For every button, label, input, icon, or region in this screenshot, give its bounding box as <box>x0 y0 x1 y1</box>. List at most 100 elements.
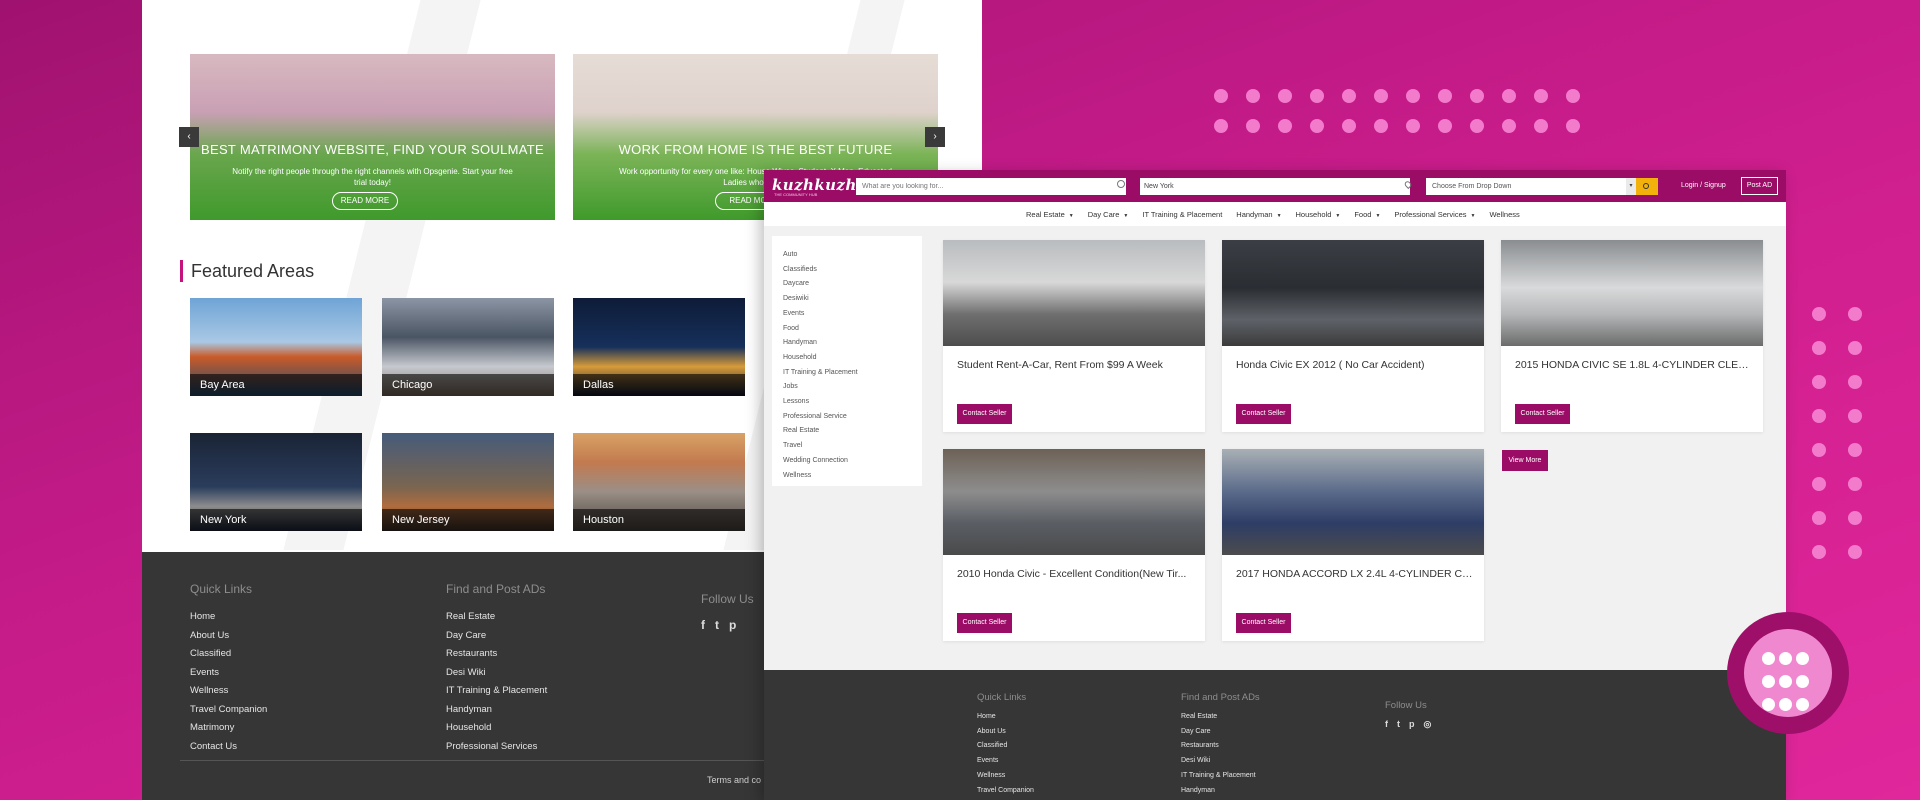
listing-image[interactable] <box>943 240 1205 346</box>
sidebar-item[interactable]: Events <box>783 307 922 322</box>
nav-item-food[interactable]: Food ▼ <box>1354 210 1380 219</box>
read-more-button[interactable]: READ MORE <box>332 192 398 210</box>
sidebar-item[interactable]: Travel <box>783 439 922 454</box>
slider-next-arrow-icon[interactable]: › <box>925 127 945 147</box>
nav-item-it-training[interactable]: IT Training & Placement <box>1142 210 1222 219</box>
footer-link[interactable]: Matrimony <box>190 719 267 738</box>
facebook-icon[interactable]: f <box>1385 719 1388 730</box>
contact-seller-button[interactable]: Contact Seller <box>1236 613 1291 633</box>
sidebar-item[interactable]: Jobs <box>783 380 922 395</box>
listing-card[interactable]: Student Rent-A-Car, Rent From $99 A Week… <box>943 240 1205 432</box>
contact-seller-button[interactable]: Contact Seller <box>957 404 1012 424</box>
listing-image[interactable] <box>943 449 1205 555</box>
area-card-bay-area[interactable]: Bay Area <box>190 298 362 396</box>
footer-link[interactable]: Classified <box>977 739 1034 754</box>
sidebar-item[interactable]: Professional Service <box>783 410 922 425</box>
footer-link[interactable]: Restaurants <box>446 645 547 664</box>
footer-link[interactable]: Handyman <box>446 701 547 720</box>
nav-item-real-estate[interactable]: Real Estate ▼ <box>1026 210 1074 219</box>
nav-item-professional-services[interactable]: Professional Services ▼ <box>1394 210 1475 219</box>
footer-link[interactable]: Real Estate <box>1181 710 1260 725</box>
footer-link[interactable]: Events <box>977 754 1034 769</box>
view-more-button[interactable]: View More <box>1502 450 1548 471</box>
footer-link[interactable]: Classified <box>190 645 267 664</box>
footer-link[interactable]: Contact Us <box>190 738 267 757</box>
login-signup-link[interactable]: Login / Signup <box>1681 182 1726 189</box>
footer-link[interactable]: Professional Services <box>446 738 547 757</box>
pinterest-icon[interactable]: p <box>729 618 736 632</box>
sidebar-item[interactable]: Daycare <box>783 277 922 292</box>
area-card-houston[interactable]: Houston <box>573 433 745 531</box>
footer-link[interactable]: About Us <box>190 627 267 646</box>
listing-image[interactable] <box>1222 240 1484 346</box>
listing-image[interactable] <box>1222 449 1484 555</box>
area-card-new-york[interactable]: New York <box>190 433 362 531</box>
listing-title[interactable]: 2010 Honda Civic - Excellent Condition(N… <box>957 568 1195 580</box>
listing-title[interactable]: 2015 HONDA CIVIC SE 1.8L 4-CYLINDER CLEA… <box>1515 359 1753 371</box>
footer-link[interactable]: Household <box>446 719 547 738</box>
contact-seller-button[interactable]: Contact Seller <box>1515 404 1570 424</box>
sidebar-item[interactable]: Lessons <box>783 395 922 410</box>
sidebar-item[interactable]: Real Estate <box>783 424 922 439</box>
search-input[interactable] <box>856 178 1126 195</box>
nav-item-household[interactable]: Household ▼ <box>1296 210 1341 219</box>
footer-heading: Quick Links <box>190 582 253 596</box>
listing-title[interactable]: 2017 HONDA ACCORD LX 2.4L 4-CYLINDER CLE… <box>1236 568 1474 580</box>
listing-title[interactable]: Student Rent-A-Car, Rent From $99 A Week <box>957 359 1195 371</box>
sidebar-item[interactable]: Handyman <box>783 336 922 351</box>
footer-link[interactable]: IT Training & Placement <box>1181 769 1260 784</box>
pinterest-icon[interactable]: p <box>1409 719 1415 730</box>
sidebar-item[interactable]: Classifieds <box>783 263 922 278</box>
slider-prev-arrow-icon[interactable]: ‹ <box>179 127 199 147</box>
footer-link[interactable]: Restaurants <box>1181 739 1260 754</box>
footer-link[interactable]: Real Estate <box>446 608 547 627</box>
nav-item-day-care[interactable]: Day Care ▼ <box>1088 210 1129 219</box>
contact-seller-button[interactable]: Contact Seller <box>957 613 1012 633</box>
footer-link[interactable]: Handyman <box>1181 784 1260 799</box>
twitter-icon[interactable]: t <box>1397 719 1400 730</box>
footer-link[interactable]: IT Training & Placement <box>446 682 547 701</box>
area-card-dallas[interactable]: Dallas <box>573 298 745 396</box>
listing-card[interactable]: 2017 HONDA ACCORD LX 2.4L 4-CYLINDER CLE… <box>1222 449 1484 641</box>
chevron-down-icon[interactable]: ▾ <box>1626 178 1636 195</box>
sidebar-item[interactable]: Desiwiki <box>783 292 922 307</box>
contact-seller-button[interactable]: Contact Seller <box>1236 404 1291 424</box>
slide-matrimony[interactable]: BEST MATRIMONY WEBSITE, FIND YOUR SOULMA… <box>190 54 555 220</box>
location-input[interactable]: New York <box>1140 178 1410 195</box>
area-card-new-jersey[interactable]: New Jersey <box>382 433 554 531</box>
listing-card[interactable]: 2010 Honda Civic - Excellent Condition(N… <box>943 449 1205 641</box>
listing-image[interactable] <box>1501 240 1763 346</box>
sidebar-item[interactable]: Auto <box>783 248 922 263</box>
footer-link[interactable]: Day Care <box>1181 725 1260 740</box>
search-button[interactable] <box>1636 178 1658 195</box>
area-card-chicago[interactable]: Chicago <box>382 298 554 396</box>
terms-link[interactable]: Terms and co <box>707 775 761 785</box>
nav-label: Household <box>1295 209 1332 219</box>
footer-link[interactable]: Wellness <box>190 682 267 701</box>
sidebar-item[interactable]: Household <box>783 351 922 366</box>
listing-title[interactable]: Honda Civic EX 2012 ( No Car Accident) <box>1236 359 1474 371</box>
footer-link[interactable]: Wellness <box>977 769 1034 784</box>
sidebar-item[interactable]: Wellness <box>783 469 922 484</box>
footer-link[interactable]: Travel Companion <box>977 784 1034 799</box>
footer-link[interactable]: Home <box>190 608 267 627</box>
footer-link[interactable]: About Us <box>977 725 1034 740</box>
sidebar-item[interactable]: Wedding Connection <box>783 454 922 469</box>
facebook-icon[interactable]: f <box>701 618 705 632</box>
category-dropdown[interactable]: Choose From Drop Down <box>1426 178 1636 195</box>
footer-link[interactable]: Travel Companion <box>190 701 267 720</box>
footer-link[interactable]: Home <box>977 710 1034 725</box>
listing-card[interactable]: Honda Civic EX 2012 ( No Car Accident) C… <box>1222 240 1484 432</box>
sidebar-item[interactable]: Food <box>783 322 922 337</box>
footer-link[interactable]: Desi Wiki <box>446 664 547 683</box>
sidebar-item[interactable]: IT Training & Placement <box>783 366 922 381</box>
instagram-icon[interactable]: ◎ <box>1424 719 1432 730</box>
nav-item-wellness[interactable]: Wellness <box>1489 210 1519 219</box>
post-ad-button[interactable]: Post AD <box>1741 177 1778 195</box>
footer-link[interactable]: Events <box>190 664 267 683</box>
twitter-icon[interactable]: t <box>715 618 719 632</box>
footer-link[interactable]: Day Care <box>446 627 547 646</box>
nav-item-handyman[interactable]: Handyman ▼ <box>1236 210 1281 219</box>
footer-link[interactable]: Desi Wiki <box>1181 754 1260 769</box>
listing-card[interactable]: 2015 HONDA CIVIC SE 1.8L 4-CYLINDER CLEA… <box>1501 240 1763 432</box>
